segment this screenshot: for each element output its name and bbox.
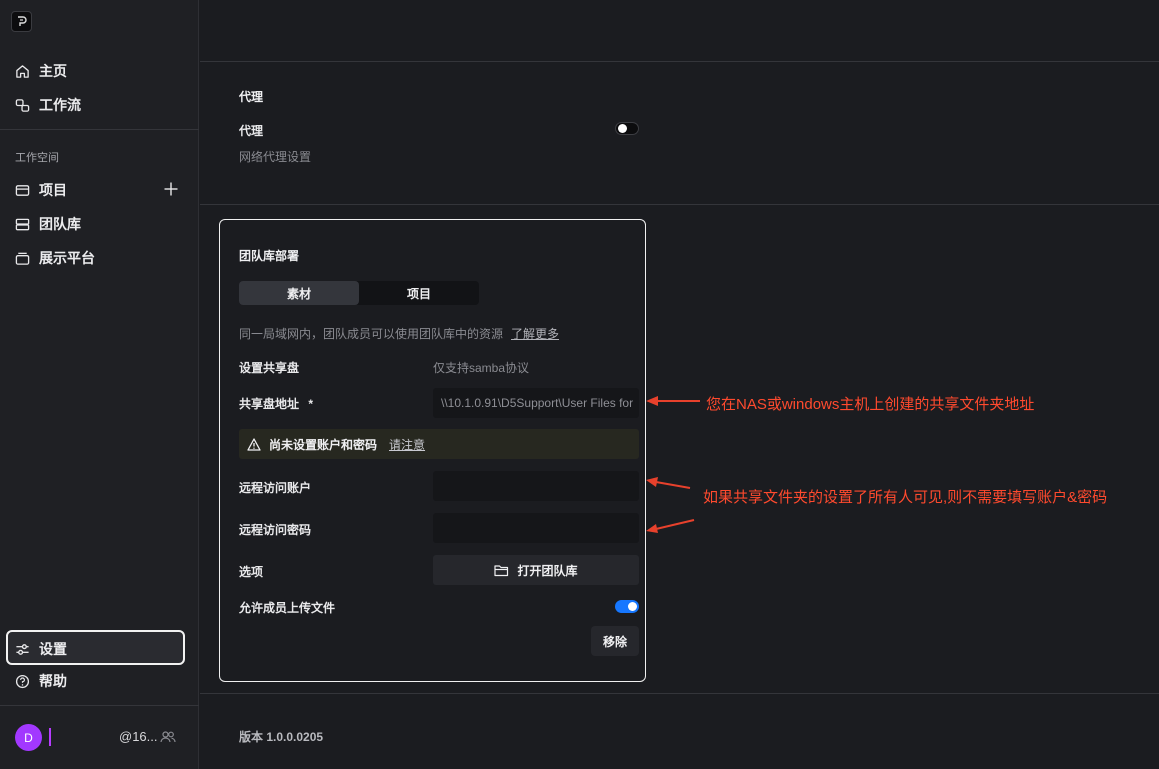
nav-label-workflow: 工作流 bbox=[39, 97, 81, 113]
divider bbox=[200, 61, 1159, 62]
warning-link[interactable]: 请注意 bbox=[389, 436, 425, 453]
tab-assets[interactable]: 素材 bbox=[239, 281, 359, 305]
team-library-title: 团队库部署 bbox=[239, 249, 300, 263]
proxy-toggle[interactable] bbox=[615, 122, 639, 135]
add-project-icon[interactable] bbox=[163, 181, 179, 197]
warning-banner: 尚未设置账户和密码 请注意 bbox=[239, 429, 639, 459]
remove-button[interactable]: 移除 bbox=[591, 626, 639, 656]
required-mark: * bbox=[308, 397, 314, 411]
share-label: 设置共享盘 bbox=[239, 361, 300, 375]
avatar[interactable]: D bbox=[15, 724, 42, 751]
team-library-panel: 团队库部署 素材 项目 同一局域网内，团队成员可以使用团队库中的资源 了解更多 设… bbox=[219, 219, 646, 682]
annotation-address: 您在NAS或windows主机上创建的共享文件夹地址 bbox=[706, 396, 1035, 413]
team-library-hint: 同一局域网内，团队成员可以使用团队库中的资源 了解更多 bbox=[239, 325, 559, 342]
share-address-input[interactable]: \\10.1.0.91\D5Support\User Files for bbox=[433, 388, 639, 418]
sidebar-item-settings[interactable]: 设置 bbox=[15, 638, 67, 660]
showcase-icon bbox=[15, 252, 30, 265]
warning-text: 尚未设置账户和密码 bbox=[269, 437, 378, 452]
hint-text: 同一局域网内，团队成员可以使用团队库中的资源 bbox=[239, 327, 504, 341]
sidebar-label-settings: 设置 bbox=[39, 641, 67, 657]
workspace-section-title: 工作空间 bbox=[15, 152, 59, 164]
folder-icon bbox=[494, 564, 509, 576]
password-input[interactable] bbox=[433, 513, 639, 543]
address-label-text: 共享盘地址 bbox=[239, 397, 300, 411]
main-content: 代理 代理 网络代理设置 团队库部署 素材 项目 同一局域网内，团队成员可以使用… bbox=[200, 0, 1159, 769]
sidebar-divider-bottom bbox=[0, 705, 199, 706]
address-label: 共享盘地址 * bbox=[239, 395, 313, 412]
app-logo-icon[interactable] bbox=[11, 11, 32, 32]
user-name[interactable]: @16... bbox=[119, 729, 158, 744]
help-icon bbox=[15, 674, 30, 688]
proxy-label: 代理 bbox=[239, 124, 264, 138]
options-label: 选项 bbox=[239, 565, 264, 579]
open-team-library-label: 打开团队库 bbox=[517, 563, 578, 578]
upload-label: 允许成员上传文件 bbox=[239, 601, 336, 615]
users-icon[interactable] bbox=[160, 730, 176, 744]
open-team-library-button[interactable]: 打开团队库 bbox=[433, 555, 639, 585]
home-icon bbox=[16, 64, 29, 78]
divider bbox=[200, 204, 1159, 205]
account-input[interactable] bbox=[433, 471, 639, 501]
sidebar: 主页 工作流 工作空间 项目 团队库 展示平台 设置 帮助 D @16... bbox=[0, 0, 199, 769]
password-label: 远程访问密码 bbox=[239, 523, 312, 537]
proxy-description: 网络代理设置 bbox=[239, 150, 312, 164]
avatar-status-bar bbox=[49, 728, 51, 746]
divider bbox=[200, 693, 1159, 694]
sidebar-item-showcase[interactable]: 展示平台 bbox=[15, 247, 95, 269]
nav-item-home[interactable]: 主页 bbox=[15, 60, 67, 82]
settings-icon bbox=[16, 643, 29, 655]
team-library-icon bbox=[15, 218, 30, 230]
upload-toggle[interactable] bbox=[615, 600, 639, 613]
learn-more-link[interactable]: 了解更多 bbox=[511, 327, 559, 341]
annotation-credentials: 如果共享文件夹的设置了所有人可见,则不需要填写账户&密码 bbox=[703, 489, 1108, 506]
sidebar-item-help[interactable]: 帮助 bbox=[15, 670, 67, 692]
share-note: 仅支持samba协议 bbox=[433, 361, 530, 375]
workflow-icon bbox=[15, 98, 30, 112]
sidebar-divider bbox=[0, 129, 199, 130]
project-icon bbox=[15, 184, 30, 196]
account-label: 远程访问账户 bbox=[239, 481, 312, 495]
team-library-tabs: 素材 项目 bbox=[239, 281, 479, 305]
sidebar-label-showcase: 展示平台 bbox=[39, 250, 95, 266]
version-label: 版本 1.0.0.0205 bbox=[239, 730, 324, 744]
sidebar-label-help: 帮助 bbox=[39, 673, 67, 689]
proxy-section-title: 代理 bbox=[239, 90, 264, 104]
sidebar-label-project: 项目 bbox=[39, 182, 67, 198]
sidebar-label-team-library: 团队库 bbox=[39, 216, 81, 232]
nav-item-workflow[interactable]: 工作流 bbox=[15, 94, 81, 116]
nav-label-home: 主页 bbox=[39, 63, 67, 79]
tab-projects[interactable]: 项目 bbox=[359, 281, 479, 305]
sidebar-item-project[interactable]: 项目 bbox=[15, 179, 67, 201]
sidebar-item-team-library[interactable]: 团队库 bbox=[15, 213, 81, 235]
warning-icon bbox=[247, 437, 261, 451]
